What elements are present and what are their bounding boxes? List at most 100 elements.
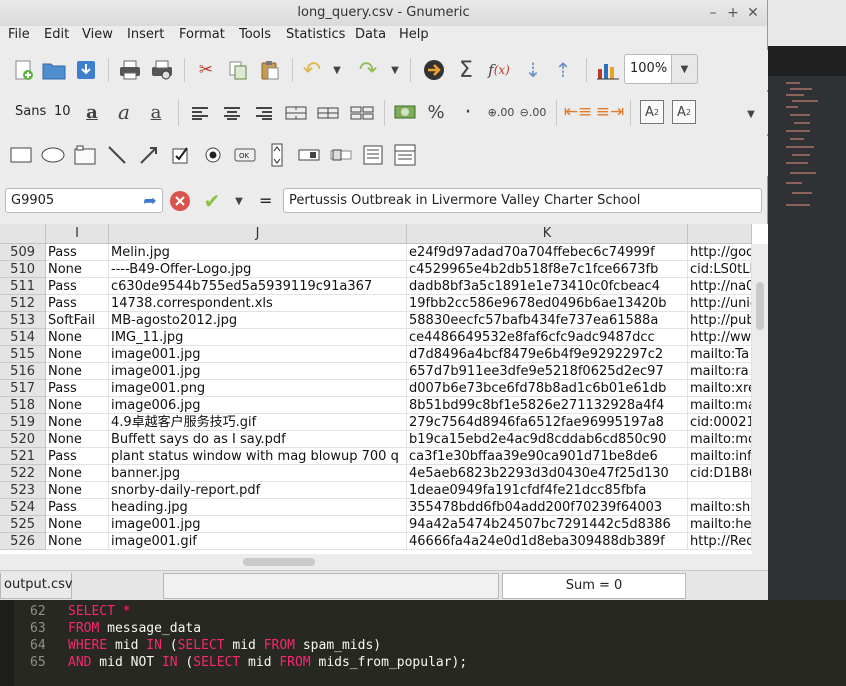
cell-col-l[interactable]: mailto:ma <box>688 397 752 414</box>
undo-icon[interactable]: ↶ <box>298 56 326 84</box>
font-size[interactable]: 10 <box>54 104 71 119</box>
cell-col-l[interactable]: http://pub <box>688 312 752 329</box>
menu-format[interactable]: Format <box>179 27 225 42</box>
row-number[interactable]: 524 <box>0 499 46 516</box>
row-number[interactable]: 512 <box>0 295 46 312</box>
merge-cells-icon[interactable] <box>284 100 308 126</box>
sum-icon[interactable]: Σ <box>452 56 480 84</box>
scrollbar-tool-icon[interactable] <box>296 142 322 168</box>
cell-col-i[interactable]: None <box>46 482 109 499</box>
cell-col-i[interactable]: SoftFail <box>46 312 109 329</box>
decrease-indent-icon[interactable]: ⇤≡ <box>564 98 593 126</box>
percent-format-icon[interactable]: % <box>424 98 448 126</box>
cell-col-k[interactable]: 1deae0949fa191cfdf4fe21dcc85fbfa <box>407 482 688 499</box>
cell-col-k[interactable]: b19ca15ebd2e4ac9d8cddab6cd850c90 <box>407 431 688 448</box>
horizontal-scrollbar[interactable] <box>0 554 752 570</box>
cell-col-j[interactable]: ----B49-Offer-Logo.jpg <box>109 261 407 278</box>
menu-view[interactable]: View <box>82 27 113 42</box>
cell-col-l[interactable]: cid:LS0tLL <box>688 261 752 278</box>
italic-icon[interactable]: a <box>112 98 136 126</box>
cell-col-k[interactable]: ce4486649532e8faf6cfc9adc9487dcc <box>407 329 688 346</box>
cell-col-i[interactable]: Pass <box>46 448 109 465</box>
menu-help[interactable]: Help <box>399 27 429 42</box>
code-line[interactable]: 62 SELECT * <box>30 604 131 619</box>
select-all-corner[interactable] <box>0 224 46 244</box>
cell-col-i[interactable]: None <box>46 363 109 380</box>
cut-icon[interactable]: ✂ <box>192 56 220 84</box>
horizontal-scroll-thumb[interactable] <box>243 558 315 566</box>
cell-col-j[interactable]: banner.jpg <box>109 465 407 482</box>
row-number[interactable]: 509 <box>0 244 46 261</box>
row-number[interactable]: 513 <box>0 312 46 329</box>
cell-col-l[interactable]: mailto:he <box>688 516 752 533</box>
cell-col-l[interactable]: http://unic <box>688 295 752 312</box>
cell-col-l[interactable]: mailto:ra <box>688 363 752 380</box>
close-icon[interactable]: ✕ <box>744 0 762 26</box>
menu-tools[interactable]: Tools <box>239 27 271 42</box>
cell-col-k[interactable]: 58830eecfc57bafb434fe737ea61588a <box>407 312 688 329</box>
row-number[interactable]: 522 <box>0 465 46 482</box>
spreadsheet-grid[interactable]: I J K 509 Pass Melin.jpg e24f9d97adad70a704… <box>0 224 768 570</box>
cell-col-k[interactable]: d7d8496a4bcf8479e6b4f9e9292297c2 <box>407 346 688 363</box>
cell-col-l[interactable]: cid:D1B86 <box>688 465 752 482</box>
menu-file[interactable]: File <box>8 27 30 42</box>
cell-col-l[interactable]: mailto:mo <box>688 431 752 448</box>
cell-col-j[interactable]: c630de9544b755ed5a5939119c91a367 <box>109 278 407 295</box>
code-line[interactable]: 63 FROM message_data <box>30 621 201 636</box>
bold-icon[interactable]: a <box>80 98 104 126</box>
cell-col-i[interactable]: None <box>46 329 109 346</box>
title-bar[interactable]: long_query.csv - Gnumeric – + ✕ <box>0 0 767 26</box>
accept-edit-icon[interactable]: ✔ <box>200 189 224 213</box>
sql-editor[interactable]: 62 SELECT * 63 FROM message_data 64 WHERE mid… <box>0 600 846 686</box>
increase-decimals-icon[interactable]: ⊕.00 <box>486 98 516 126</box>
cell-col-k[interactable]: d007b6e73bce6fd78b8ad1c6b01e61db <box>407 380 688 397</box>
align-left-icon[interactable] <box>188 100 212 126</box>
split-cells-icon[interactable] <box>316 100 340 126</box>
menu-statistics[interactable]: Statistics <box>286 27 345 42</box>
row-number[interactable]: 525 <box>0 516 46 533</box>
copy-icon[interactable] <box>224 56 252 84</box>
cell-col-k[interactable]: 94a42a5474b24507bc7291442c5d8386 <box>407 516 688 533</box>
cell-col-l[interactable]: http://ww <box>688 329 752 346</box>
ellipse-tool-icon[interactable] <box>40 142 66 168</box>
code-line[interactable]: 64 WHERE mid IN (SELECT mid FROM spam_mid… <box>30 638 381 653</box>
row-number[interactable]: 514 <box>0 329 46 346</box>
radio-button-tool-icon[interactable] <box>200 142 226 168</box>
cell-col-k[interactable]: e24f9d97adad70a704ffebec6c74999f <box>407 244 688 261</box>
cell-col-i[interactable]: Pass <box>46 380 109 397</box>
combo-tool-icon[interactable] <box>392 142 418 168</box>
cell-col-i[interactable]: None <box>46 346 109 363</box>
cell-col-i[interactable]: None <box>46 397 109 414</box>
cell-col-i[interactable]: None <box>46 261 109 278</box>
cell-col-j[interactable]: Buffett says do as I say.pdf <box>109 431 407 448</box>
cell-col-i[interactable]: Pass <box>46 295 109 312</box>
underline-icon[interactable]: a <box>144 98 168 126</box>
cell-col-j[interactable]: IMG_11.jpg <box>109 329 407 346</box>
cell-col-k[interactable]: 355478bdd6fb04add200f70239f64003 <box>407 499 688 516</box>
checkbox-tool-icon[interactable] <box>168 142 194 168</box>
spin-button-tool-icon[interactable] <box>264 142 290 168</box>
cell-col-j[interactable]: image006.jpg <box>109 397 407 414</box>
cell-col-i[interactable]: None <box>46 533 109 550</box>
new-file-icon[interactable] <box>10 56 38 84</box>
slider-tool-icon[interactable] <box>328 142 354 168</box>
cell-col-j[interactable]: image001.jpg <box>109 516 407 533</box>
cell-col-l[interactable]: http://goo <box>688 244 752 261</box>
split-cells-horizontal-icon[interactable] <box>348 100 376 126</box>
undo-dropdown-icon[interactable]: ▼ <box>330 60 344 80</box>
cell-col-k[interactable]: ca3f1e30bffaa39e90ca901d71be8de6 <box>407 448 688 465</box>
print-icon[interactable] <box>116 56 144 84</box>
increase-indent-icon[interactable]: ≡⇥ <box>596 98 625 126</box>
column-header-j[interactable]: J <box>109 224 407 244</box>
cell-col-k[interactable]: 279c7564d8946fa6512fae96995197a8 <box>407 414 688 431</box>
cell-col-k[interactable]: 8b51bd99c8bf1e5826e271132928a4f4 <box>407 397 688 414</box>
cell-col-i[interactable]: Pass <box>46 499 109 516</box>
cell-col-l[interactable]: cid:00021 <box>688 414 752 431</box>
code-minimap[interactable] <box>786 80 826 240</box>
font-name[interactable]: Sans <box>15 104 46 119</box>
row-number[interactable]: 510 <box>0 261 46 278</box>
cell-col-j[interactable]: 14738.correspondent.xls <box>109 295 407 312</box>
menu-data[interactable]: Data <box>355 27 386 42</box>
vertical-scrollbar[interactable] <box>752 244 768 570</box>
row-number[interactable]: 519 <box>0 414 46 431</box>
